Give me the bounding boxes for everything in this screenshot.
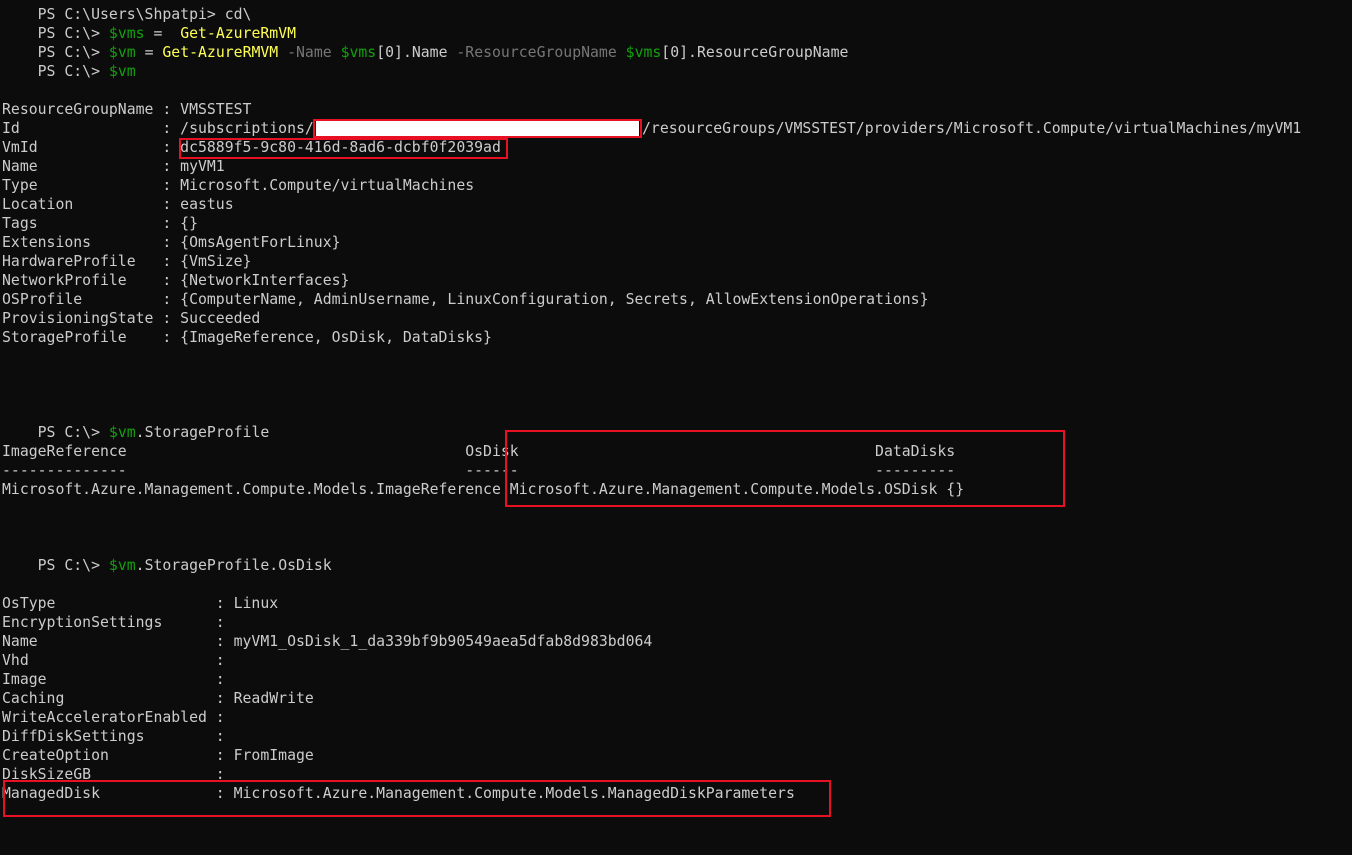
parameter-token: -ResourceGroupName (447, 44, 626, 61)
output-text: Vhd : (2, 652, 225, 669)
output-line: /resourceGroups/VMSSTEST/providers/Micro… (642, 119, 1301, 138)
output-line: Type : Microsoft.Compute/virtualMachines (2, 176, 474, 195)
prompt: PS C:\> (37, 557, 109, 574)
output-line: VmId : dc5889f5-9c80-416d-8ad6-dcbf0f203… (2, 138, 501, 157)
output-text: Caching : ReadWrite (2, 690, 314, 707)
output-text: HardwareProfile : {VmSize} (2, 253, 252, 270)
index-token: [0] (661, 44, 689, 61)
powershell-terminal[interactable]: PS C:\Users\Shpatpi> cd\ PS C:\> $vms = … (0, 0, 1352, 855)
output-line: NetworkProfile : {NetworkInterfaces} (2, 271, 349, 290)
output-line: Name : myVM1 (2, 157, 225, 176)
parameter-token: -Name (278, 44, 341, 61)
output-text: WriteAcceleratorEnabled : (2, 709, 225, 726)
output-line: DiskSizeGB : (2, 765, 225, 784)
output-text: OsType : Linux (2, 595, 279, 612)
command-line-5: PS C:\> $vm.StorageProfile.OsDisk (2, 537, 332, 574)
output-text: /resourceGroups/VMSSTEST/providers/Micro… (642, 120, 1302, 137)
output-line: Image : (2, 670, 225, 689)
output-text: Tags : {} (2, 215, 198, 232)
command-line-2: PS C:\> $vm = Get-AzureRMVM -Name $vms[0… (2, 24, 849, 61)
output-text: Image : (2, 671, 225, 688)
command-line-3: PS C:\> $vm (2, 43, 136, 80)
output-text: Type : Microsoft.Compute/virtualMachines (2, 177, 475, 194)
table-separator: -------------- ------ --------- (2, 461, 955, 480)
property-token: .Name (402, 44, 448, 61)
output-line: OsType : Linux (2, 594, 278, 613)
variable-token: $vms (340, 44, 377, 61)
output-text: DiffDiskSettings : (2, 728, 225, 745)
command-line-4: PS C:\> $vm.StorageProfile (2, 404, 270, 441)
table-row-text: Microsoft.Azure.Management.Compute.Model… (2, 481, 965, 498)
output-line: HardwareProfile : {VmSize} (2, 252, 251, 271)
table-header: ImageReference OsDisk DataDisks (2, 442, 955, 461)
prompt: PS C:\> (37, 424, 109, 441)
redacted-subscription-id (316, 121, 639, 136)
output-text: Extensions : {OmsAgentForLinux} (2, 234, 341, 251)
output-line: Caching : ReadWrite (2, 689, 314, 708)
property-token: .ResourceGroupName (688, 44, 849, 61)
output-line: Location : eastus (2, 195, 234, 214)
table-separator-text: -------------- ------ --------- (2, 462, 956, 479)
output-text: Name : myVM1 (2, 158, 225, 175)
variable-token: $vm (108, 63, 136, 80)
output-line: OSProfile : {ComputerName, AdminUsername… (2, 290, 928, 309)
cmdlet-token: Get-AzureRMVM (162, 44, 279, 61)
table-header-text: ImageReference OsDisk DataDisks (2, 443, 956, 460)
variable-token: $vm (108, 424, 136, 441)
property-token: .StorageProfile (135, 424, 270, 441)
output-line: Name : myVM1_OsDisk_1_da339bf9b90549aea5… (2, 632, 652, 651)
output-text: OSProfile : {ComputerName, AdminUsername… (2, 291, 929, 308)
output-text: ProvisioningState : Succeeded (2, 310, 261, 327)
output-text: EncryptionSettings : (2, 614, 225, 631)
operator-token: = (135, 44, 163, 61)
output-line: ManagedDisk : Microsoft.Azure.Management… (2, 784, 795, 803)
output-text: NetworkProfile : {NetworkInterfaces} (2, 272, 350, 289)
output-line: ResourceGroupName : VMSSTEST (2, 100, 251, 119)
output-line: Vhd : (2, 651, 225, 670)
property-token: .StorageProfile.OsDisk (135, 557, 332, 574)
output-line: ProvisioningState : Succeeded (2, 309, 260, 328)
table-row: Microsoft.Azure.Management.Compute.Model… (2, 480, 964, 499)
output-text: StorageProfile : {ImageReference, OsDisk… (2, 329, 492, 346)
output-text: Name : myVM1_OsDisk_1_da339bf9b90549aea5… (2, 633, 653, 650)
output-text: CreateOption : FromImage (2, 747, 314, 764)
output-line: EncryptionSettings : (2, 613, 225, 632)
variable-token: $vm (108, 557, 136, 574)
output-line: CreateOption : FromImage (2, 746, 314, 765)
output-line: WriteAcceleratorEnabled : (2, 708, 225, 727)
output-line: Tags : {} (2, 214, 198, 233)
output-line: Id : /subscriptions/ (2, 119, 314, 138)
output-text: ResourceGroupName : VMSSTEST (2, 101, 252, 118)
output-text: VmId : dc5889f5-9c80-416d-8ad6-dcbf0f203… (2, 139, 501, 156)
output-text: Location : eastus (2, 196, 234, 213)
index-token: [0] (376, 44, 403, 61)
output-line: DiffDiskSettings : (2, 727, 225, 746)
command-line-1: PS C:\> $vms = Get-AzureRmVM (2, 5, 296, 42)
output-line: StorageProfile : {ImageReference, OsDisk… (2, 328, 492, 347)
output-text: DiskSizeGB : (2, 766, 225, 783)
prompt: PS C:\> (37, 63, 109, 80)
output-line: Extensions : {OmsAgentForLinux} (2, 233, 341, 252)
output-text: Id : /subscriptions/ (2, 120, 314, 137)
output-text: ManagedDisk : Microsoft.Azure.Management… (2, 785, 795, 802)
variable-token: $vms (625, 44, 662, 61)
